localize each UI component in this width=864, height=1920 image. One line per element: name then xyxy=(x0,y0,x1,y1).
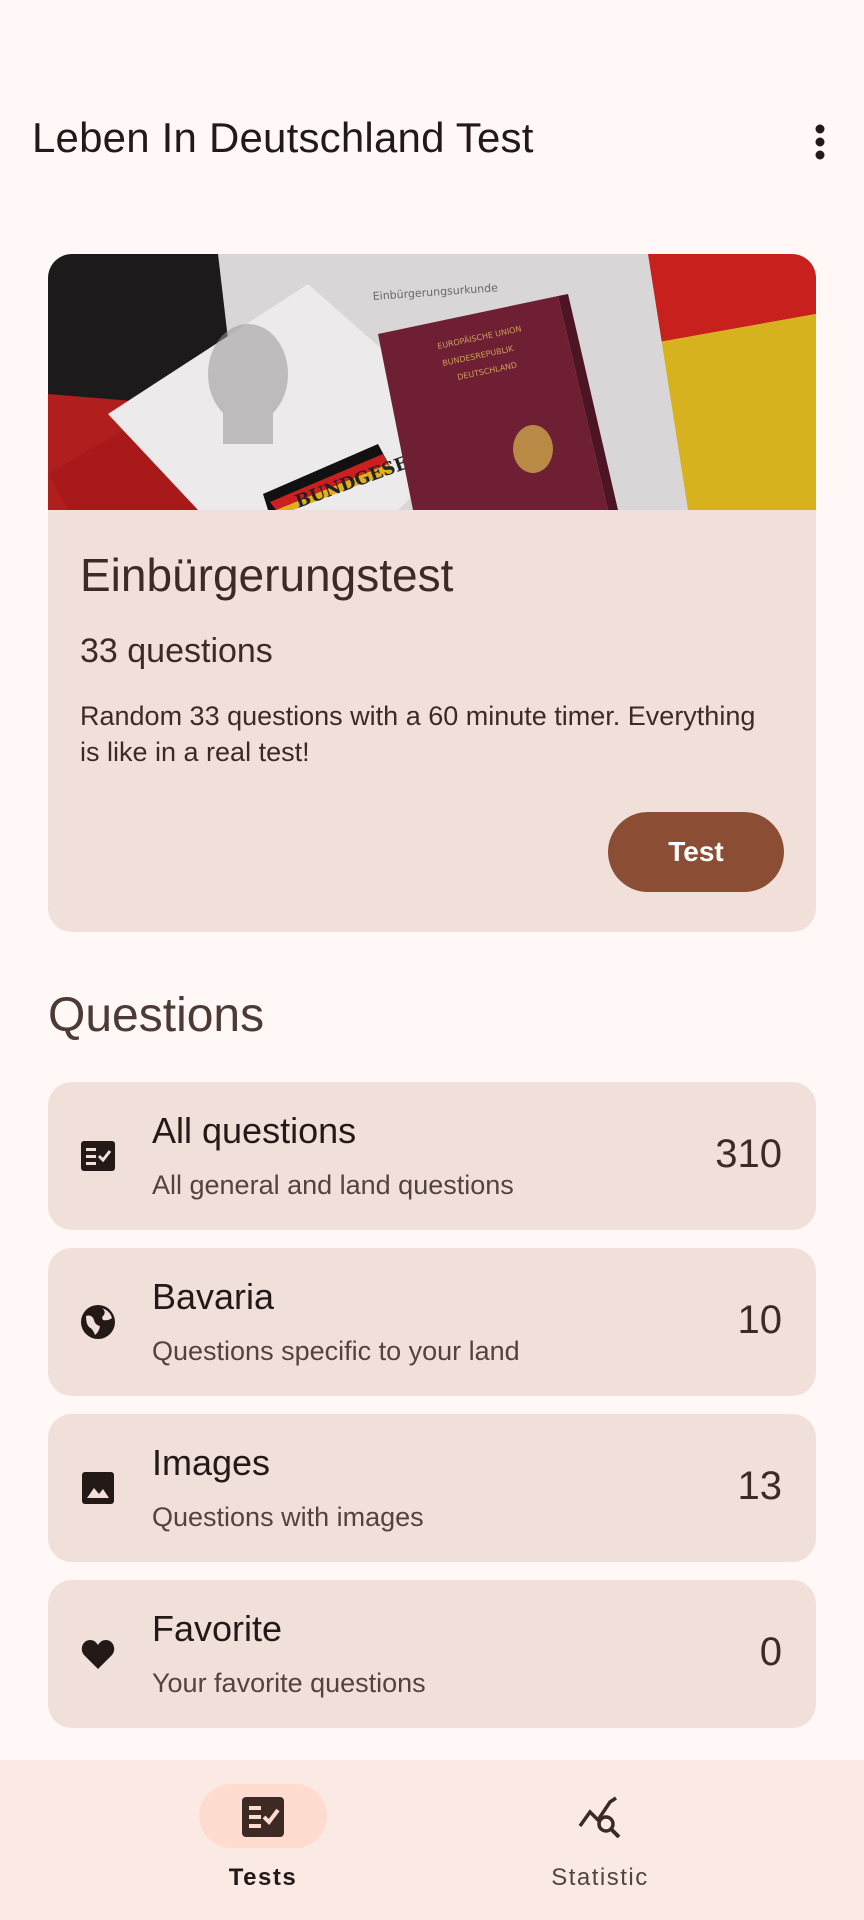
query-stats-icon xyxy=(578,1796,621,1838)
list-item-all-questions[interactable]: All questions All general and land quest… xyxy=(48,1082,816,1230)
list-item-title: Images xyxy=(152,1442,271,1483)
more-vert-icon xyxy=(815,124,825,160)
start-test-button[interactable]: Test xyxy=(608,812,784,892)
nav-tab-statistic-label: Statistic xyxy=(551,1864,649,1891)
more-options-button[interactable] xyxy=(796,118,844,166)
list-item-count: 0 xyxy=(759,1630,782,1674)
list-item-favorite[interactable]: Favorite Your favorite questions 0 xyxy=(48,1580,816,1728)
list-item-title: All questions xyxy=(152,1110,357,1151)
list-item-subtitle: Your favorite questions xyxy=(152,1668,426,1698)
test-title: Einbürgerungstest xyxy=(80,549,454,601)
test-description: Random 33 questions with a 60 minute tim… xyxy=(80,701,756,767)
list-item-count: 13 xyxy=(737,1464,783,1508)
questions-section-title: Questions xyxy=(48,989,265,1042)
nav-tab-statistic[interactable]: Statistic xyxy=(450,1760,750,1920)
app-bar: Leben In Deutschland Test xyxy=(0,104,864,182)
checklist-icon xyxy=(242,1797,284,1837)
image-icon xyxy=(82,1472,114,1504)
list-item-title: Bavaria xyxy=(152,1276,275,1317)
globe-icon xyxy=(81,1305,115,1339)
checklist-icon xyxy=(81,1141,115,1171)
nav-tab-tests-label: Tests xyxy=(228,1864,298,1891)
list-item-count: 10 xyxy=(737,1298,783,1342)
app-title: Leben In Deutschland Test xyxy=(32,114,534,161)
list-item-title: Favorite xyxy=(152,1608,283,1649)
test-question-count: 33 questions xyxy=(80,632,273,670)
heart-icon xyxy=(81,1640,115,1669)
list-item-count: 310 xyxy=(715,1132,782,1176)
nav-tab-tests[interactable]: Tests xyxy=(113,1760,413,1920)
list-item-subtitle: Questions with images xyxy=(152,1502,424,1532)
naturalization-test-card: Einbürgerungsurkunde BUNDGESETZ EUROPÄIS… xyxy=(48,254,816,932)
hero-image: Einbürgerungsurkunde BUNDGESETZ EUROPÄIS… xyxy=(48,254,816,510)
list-item-images[interactable]: Images Questions with images 13 xyxy=(48,1414,816,1562)
list-item-bavaria[interactable]: Bavaria Questions specific to your land … xyxy=(48,1248,816,1396)
bottom-navigation: Tests Statistic xyxy=(0,1760,864,1920)
list-item-subtitle: Questions specific to your land xyxy=(152,1336,520,1366)
list-item-subtitle: All general and land questions xyxy=(152,1170,514,1200)
